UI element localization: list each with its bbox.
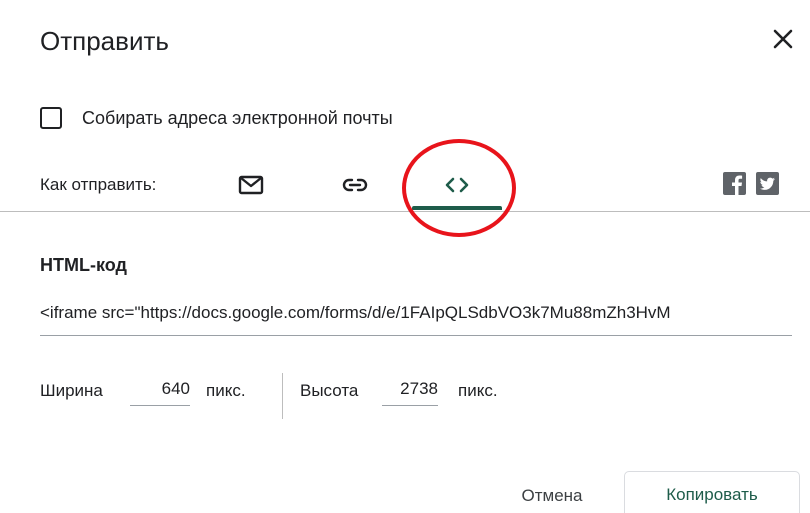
link-icon [342, 178, 368, 192]
width-label: Ширина [40, 381, 103, 400]
width-unit: пикс. [206, 381, 246, 400]
tab-embed-html[interactable] [412, 158, 502, 212]
height-unit: пикс. [458, 381, 498, 400]
copy-button[interactable]: Копировать [624, 471, 800, 513]
close-icon [773, 29, 793, 49]
tab-link[interactable] [330, 158, 380, 212]
tab-email[interactable] [226, 158, 276, 212]
send-dialog: Отправить Собирать адреса электронной по… [0, 0, 810, 513]
email-icon [238, 175, 264, 195]
close-button[interactable] [766, 22, 800, 56]
share-facebook-button[interactable] [723, 172, 746, 195]
send-via-row: Как отправить: [0, 158, 810, 212]
embed-size-row: Ширина 640 пикс. Высота 2738 пикс. [40, 373, 640, 419]
twitter-icon [759, 177, 775, 190]
html-code-title: HTML-код [40, 255, 127, 275]
collect-emails-row: Собирать адреса электронной почты [40, 107, 393, 129]
send-via-label: Как отправить: [40, 175, 157, 194]
height-label: Высота [300, 381, 359, 400]
width-input[interactable]: 640 [130, 379, 190, 406]
embed-code-icon [445, 177, 469, 193]
size-separator [282, 373, 283, 419]
share-twitter-button[interactable] [756, 172, 779, 195]
cancel-button[interactable]: Отмена [500, 478, 604, 513]
tabs-divider [0, 211, 810, 212]
height-input[interactable]: 2738 [382, 379, 438, 406]
facebook-icon [732, 175, 743, 195]
collect-emails-label: Собирать адреса электронной почты [82, 107, 393, 128]
embed-code-field[interactable]: <iframe src="https://docs.google.com/for… [40, 303, 792, 336]
dialog-title: Отправить [40, 26, 169, 56]
collect-emails-checkbox[interactable] [40, 107, 62, 129]
active-tab-indicator [412, 206, 502, 210]
